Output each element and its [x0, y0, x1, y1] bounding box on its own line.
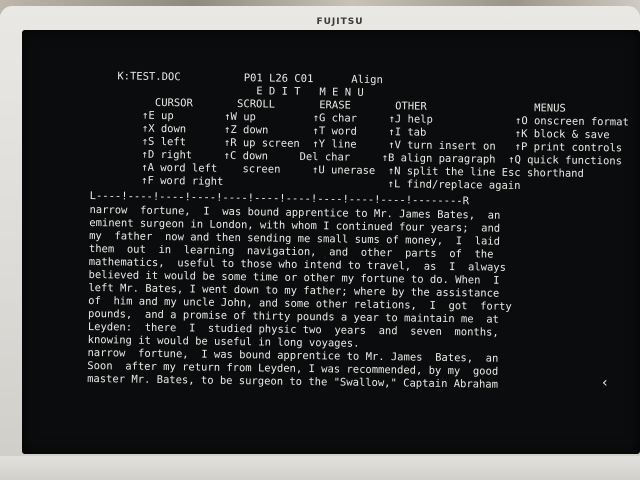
- monitor-brand-logo: FUJITSU: [316, 17, 364, 27]
- monitor-bezel-bottom: [0, 456, 640, 480]
- screen-cursor-icon: ‹: [602, 375, 608, 391]
- monitor-screen: K:TEST.DOC P01 L26 C01 Align E D I T M E…: [22, 30, 640, 454]
- wordstar-terminal: K:TEST.DOC P01 L26 C01 Align E D I T M E…: [22, 30, 640, 454]
